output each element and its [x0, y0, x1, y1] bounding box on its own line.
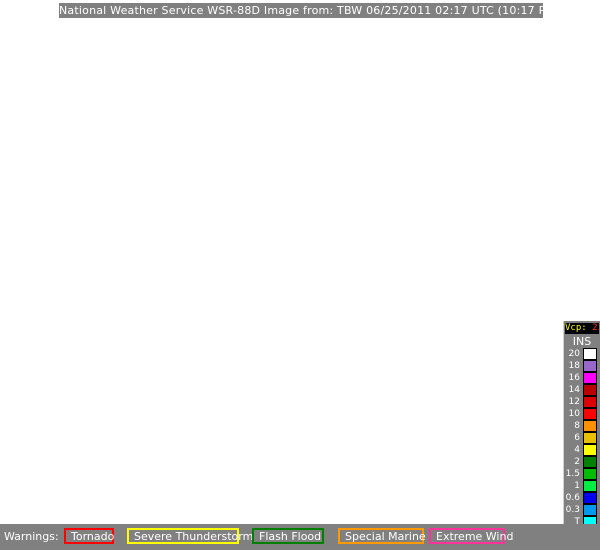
warning-chip-extreme-wind[interactable]: Extreme Wind [429, 528, 513, 544]
legend-color-swatch [583, 432, 597, 444]
legend-scale-label: 4 [574, 445, 580, 455]
legend-scale-label: 10 [568, 409, 580, 419]
warning-chip-tornado[interactable]: Tornado [64, 528, 114, 544]
radar-legend-panel: Vcp: 212 INS 20181614121086421.510.60.3T… [563, 321, 600, 550]
warning-chip-flash-flood[interactable]: Flash Flood [252, 528, 324, 544]
legend-scale-list: 20181614121086421.510.60.3TND [564, 348, 600, 540]
legend-scale-label: 6 [574, 433, 580, 443]
legend-scale-row: 20 [564, 348, 600, 360]
legend-scale-row: 6 [564, 432, 600, 444]
legend-color-swatch [583, 492, 597, 504]
legend-scale-label: 16 [568, 373, 580, 383]
legend-color-swatch [583, 456, 597, 468]
legend-scale-label: 0.6 [565, 493, 580, 503]
legend-scale-row: 1 [564, 480, 600, 492]
warnings-label: Warnings: [4, 530, 59, 543]
legend-color-swatch [583, 504, 597, 516]
legend-scale-label: 20 [568, 349, 580, 359]
legend-scale-label: 1.5 [565, 469, 580, 479]
legend-color-swatch [583, 444, 597, 456]
warning-chip-severe-thunderstorm[interactable]: Severe Thunderstorm [127, 528, 253, 544]
legend-scale-row: 16 [564, 372, 600, 384]
warnings-bar: Warnings: Tornado Severe Thunderstorm Flas… [0, 524, 600, 550]
vcp-prefix-label: Vcp: [565, 323, 593, 333]
legend-color-swatch [583, 468, 597, 480]
legend-scale-row: 10 [564, 408, 600, 420]
legend-color-swatch [583, 384, 597, 396]
legend-scale-row: 2 [564, 456, 600, 468]
legend-scale-row: 4 [564, 444, 600, 456]
legend-scale-row: 0.6 [564, 492, 600, 504]
legend-scale-row: 0.3 [564, 504, 600, 516]
legend-scale-label: 1 [574, 481, 580, 491]
legend-scale-row: 18 [564, 360, 600, 372]
legend-scale-row: 8 [564, 420, 600, 432]
legend-scale-label: 18 [568, 361, 580, 371]
radar-image-canvas[interactable] [0, 0, 562, 522]
legend-units-label: INS [572, 335, 592, 348]
legend-scale-label: 12 [568, 397, 580, 407]
legend-color-swatch [583, 372, 597, 384]
legend-scale-label: 8 [574, 421, 580, 431]
legend-color-swatch [583, 480, 597, 492]
legend-color-swatch [583, 360, 597, 372]
legend-color-swatch [583, 408, 597, 420]
legend-scale-label: 0.3 [565, 505, 580, 515]
page-title: National Weather Service WSR-88D Image f… [58, 2, 544, 19]
vcp-indicator: Vcp: 212 [565, 323, 599, 334]
legend-color-swatch [583, 420, 597, 432]
legend-scale-row: 1.5 [564, 468, 600, 480]
legend-scale-row: 14 [564, 384, 600, 396]
legend-color-swatch [583, 348, 597, 360]
legend-scale-label: 14 [568, 385, 580, 395]
legend-scale-label: 2 [574, 457, 580, 467]
legend-scale-row: 12 [564, 396, 600, 408]
legend-color-swatch [583, 396, 597, 408]
vcp-value: 212 [592, 323, 599, 333]
warning-chip-special-marine[interactable]: Special Marine [338, 528, 426, 544]
